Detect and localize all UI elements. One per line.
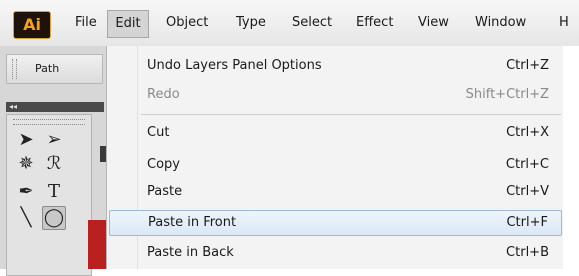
menu-window[interactable]: Window	[475, 13, 526, 33]
menu-item-label: Paste in Back	[147, 245, 234, 260]
selection-tool-icon[interactable]: ➤	[15, 129, 37, 151]
collapse-panel-button[interactable]: ◂◂	[6, 102, 104, 112]
canvas-artwork	[88, 220, 106, 269]
menu-edit[interactable]: Edit	[107, 10, 149, 38]
menu-help[interactable]: H	[559, 13, 569, 33]
menu-item-copy[interactable]: Copy Ctrl+C	[107, 152, 564, 178]
menu-type[interactable]: Type	[236, 13, 266, 33]
edit-menu-dropdown: Undo Layers Panel Options Ctrl+Z Redo Sh…	[106, 46, 565, 269]
tools-panel: ➤ ➢ ✵ ℛ ✒ T ╲ ◯	[6, 114, 92, 276]
grip-handle-icon[interactable]	[12, 59, 17, 79]
illustrator-logo-icon: Ai	[13, 11, 51, 39]
menu-item-shortcut: Ctrl+F	[506, 215, 548, 230]
menu-item-shortcut: Shift+Ctrl+Z	[465, 87, 549, 102]
lasso-tool-icon[interactable]: ℛ	[43, 153, 65, 175]
menu-item-shortcut: Ctrl+C	[505, 157, 549, 172]
menu-separator	[141, 114, 561, 115]
menu-view[interactable]: View	[418, 13, 449, 33]
control-panel-path[interactable]: Path	[6, 54, 103, 84]
menu-item-shortcut: Ctrl+V	[506, 184, 549, 199]
background-area	[563, 46, 579, 269]
line-tool-icon[interactable]: ╲	[15, 207, 37, 229]
menu-item-shortcut: Ctrl+Z	[506, 58, 549, 73]
menu-item-label: Redo	[147, 87, 180, 102]
menu-item-label: Paste in Front	[148, 215, 237, 230]
magic-wand-tool-icon[interactable]: ✵	[15, 153, 37, 175]
menu-select[interactable]: Select	[292, 13, 332, 33]
menu-item-label: Undo Layers Panel Options	[147, 58, 322, 73]
type-tool-icon[interactable]: T	[43, 181, 65, 203]
menu-item-label: Paste	[147, 184, 183, 199]
menu-item-cut[interactable]: Cut Ctrl+X	[107, 120, 564, 146]
menu-file[interactable]: File	[75, 13, 97, 33]
direct-selection-tool-icon[interactable]: ➢	[43, 129, 65, 151]
tools-grip-icon[interactable]	[13, 119, 85, 125]
menu-item-label: Cut	[147, 125, 170, 140]
menu-item-redo: Redo Shift+Ctrl+Z	[107, 82, 564, 108]
path-label: Path	[35, 62, 60, 75]
menu-object[interactable]: Object	[166, 13, 208, 33]
ellipse-tool-icon[interactable]: ◯	[42, 206, 66, 230]
menu-item-paste-in-front[interactable]: Paste in Front Ctrl+F	[109, 210, 562, 236]
menu-item-undo[interactable]: Undo Layers Panel Options Ctrl+Z	[107, 53, 564, 79]
menu-bar: Ai File Edit Object Type Select Effect V…	[0, 0, 579, 47]
menu-effect[interactable]: Effect	[356, 13, 393, 33]
menu-item-shortcut: Ctrl+B	[506, 245, 549, 260]
menu-item-paste-in-back[interactable]: Paste in Back Ctrl+B	[107, 240, 564, 266]
menu-item-shortcut: Ctrl+X	[506, 125, 549, 140]
menu-item-paste[interactable]: Paste Ctrl+V	[107, 179, 564, 205]
menu-item-label: Copy	[147, 157, 180, 172]
pen-tool-icon[interactable]: ✒	[15, 181, 37, 203]
